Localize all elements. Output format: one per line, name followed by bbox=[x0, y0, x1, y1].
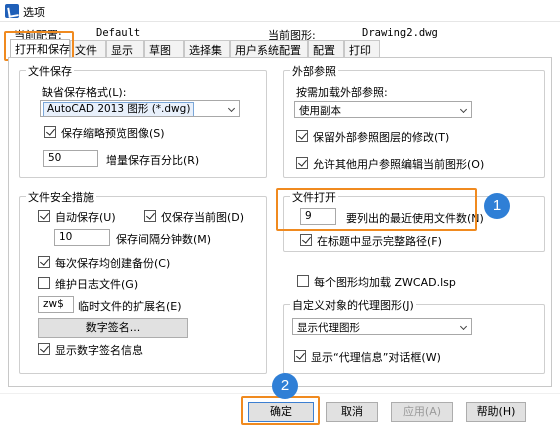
app-icon bbox=[5, 4, 19, 18]
proxy-graphics-select[interactable]: 显示代理图形 bbox=[292, 318, 472, 335]
proxy-graphics-group: 自定义对象的代理图形(J) 显示代理图形 显示“代理信息”对话框(W) bbox=[283, 297, 545, 374]
chevron-down-icon bbox=[459, 322, 468, 331]
backup-checkbox[interactable] bbox=[38, 256, 50, 268]
allow-edit-checkbox[interactable] bbox=[296, 157, 308, 169]
save-thumbnail-label: 保存缩略预览图像(S) bbox=[61, 127, 165, 140]
save-thumbnail-checkbox[interactable] bbox=[44, 126, 56, 138]
title-bar: 选项 bbox=[0, 0, 560, 22]
retain-xref-changes-label: 保留外部参照图层的修改(T) bbox=[313, 131, 450, 144]
log-file-checkbox[interactable] bbox=[38, 277, 50, 289]
help-button[interactable]: 帮助(H) bbox=[466, 402, 526, 422]
incremental-percent-input[interactable]: 50 bbox=[43, 150, 98, 167]
file-open-highlight-box bbox=[276, 188, 477, 231]
temp-ext-label: 临时文件的扩展名(E) bbox=[78, 300, 182, 313]
tab-files[interactable]: 文件 bbox=[70, 40, 106, 57]
save-interval-input[interactable]: 10 bbox=[54, 229, 110, 246]
chevron-down-icon bbox=[227, 104, 236, 113]
full-path-checkbox[interactable] bbox=[300, 234, 312, 246]
save-current-only-label: 仅保存当前图(D) bbox=[161, 211, 245, 224]
tab-plot[interactable]: 打印 bbox=[344, 40, 380, 57]
proxy-info-checkbox[interactable] bbox=[294, 350, 306, 362]
callout-badge-2: 2 bbox=[272, 373, 298, 399]
load-lsp-checkbox[interactable] bbox=[297, 275, 309, 287]
proxy-info-label: 显示“代理信息”对话框(W) bbox=[311, 351, 441, 364]
callout-badge-1: 1 bbox=[484, 193, 510, 219]
window-title: 选项 bbox=[23, 6, 45, 19]
temp-ext-input[interactable]: zw$ bbox=[38, 296, 74, 313]
xref-load-value: 使用副本 bbox=[299, 105, 341, 117]
tab-display[interactable]: 显示 bbox=[106, 40, 144, 57]
log-file-label: 维护日志文件(G) bbox=[55, 278, 139, 291]
show-signature-checkbox[interactable] bbox=[38, 343, 50, 355]
retain-xref-changes-checkbox[interactable] bbox=[296, 130, 308, 142]
load-lsp-label: 每个图形均加载 ZWCAD.lsp bbox=[314, 276, 456, 289]
tab-drafting[interactable]: 草图 bbox=[144, 40, 184, 57]
default-format-label: 缺省保存格式(L): bbox=[42, 86, 127, 99]
digital-signature-button[interactable]: 数字签名... bbox=[38, 318, 188, 338]
current-drawing-value: Drawing2.dwg bbox=[362, 27, 438, 39]
backup-label: 每次保存均创建备份(C) bbox=[55, 257, 171, 270]
proxy-graphics-title: 自定义对象的代理图形(J) bbox=[290, 297, 416, 313]
tab-profiles[interactable]: 配置 bbox=[308, 40, 344, 57]
save-interval-label: 保存间隔分钟数(M) bbox=[116, 233, 212, 246]
file-save-group: 文件保存 缺省保存格式(L): AutoCAD 2013 图形 (*.dwg) … bbox=[19, 63, 267, 178]
tab-selection[interactable]: 选择集 bbox=[184, 40, 230, 57]
xref-load-select[interactable]: 使用副本 bbox=[294, 101, 472, 118]
proxy-graphics-value: 显示代理图形 bbox=[297, 322, 360, 334]
allow-edit-label: 允许其他用户参照编辑当前图形(O) bbox=[313, 158, 485, 171]
chevron-down-icon bbox=[459, 105, 468, 114]
apply-button[interactable]: 应用(A) bbox=[391, 402, 453, 422]
tab-user-preferences[interactable]: 用户系统配置 bbox=[230, 40, 308, 57]
file-save-title: 文件保存 bbox=[26, 63, 74, 79]
show-signature-label: 显示数字签名信息 bbox=[55, 344, 143, 357]
save-current-only-checkbox[interactable] bbox=[144, 210, 156, 222]
xref-load-label: 按需加载外部参照: bbox=[296, 86, 388, 99]
file-safety-group: 文件安全措施 自动保存(U) 仅保存当前图(D) 10 保存间隔分钟数(M) 每… bbox=[19, 189, 267, 374]
full-path-label: 在标题中显示完整路径(F) bbox=[317, 235, 442, 248]
file-safety-title: 文件安全措施 bbox=[26, 189, 96, 205]
autosave-checkbox[interactable] bbox=[38, 210, 50, 222]
cancel-button[interactable]: 取消 bbox=[326, 402, 378, 422]
xref-group: 外部参照 按需加载外部参照: 使用副本 保留外部参照图层的修改(T) 允许其他用… bbox=[283, 63, 545, 178]
current-profile-value: Default bbox=[96, 27, 141, 39]
ok-button[interactable]: 确定 bbox=[248, 402, 314, 422]
incremental-percent-label: 增量保存百分比(R) bbox=[106, 154, 200, 167]
autosave-label: 自动保存(U) bbox=[55, 211, 116, 224]
xref-title: 外部参照 bbox=[290, 63, 338, 79]
default-format-value: AutoCAD 2013 图形 (*.dwg) bbox=[43, 102, 195, 116]
default-format-select[interactable]: AutoCAD 2013 图形 (*.dwg) bbox=[40, 100, 240, 117]
